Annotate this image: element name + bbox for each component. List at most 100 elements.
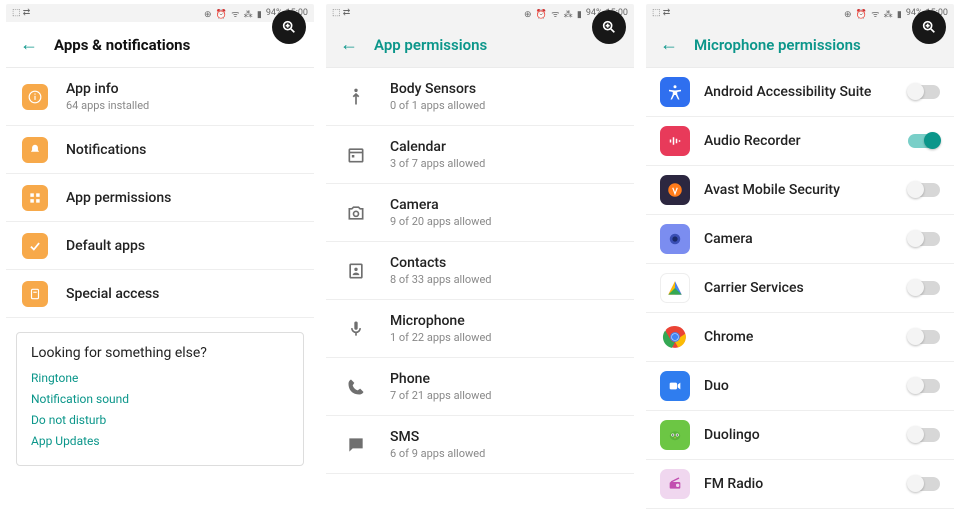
duo-icon [660,371,690,401]
label: App info [66,81,298,97]
link-notification-sound[interactable]: Notification sound [31,392,289,406]
sublabel: 8 of 33 apps allowed [390,273,618,286]
avast-icon [660,175,690,205]
check-icon [22,233,48,259]
back-arrow-icon[interactable]: ← [660,34,678,55]
label: Body Sensors [390,81,618,97]
row-app-info[interactable]: App info 64 apps installed [6,68,314,126]
toggle[interactable] [908,428,940,442]
page-title: App permissions [374,36,487,54]
row-phone[interactable]: Phone 7 of 21 apps allowed [326,358,634,416]
row-duo[interactable]: Duo [646,362,954,411]
sublabel: 3 of 7 apps allowed [390,157,618,170]
row-app-permissions[interactable]: App permissions [6,174,314,222]
row-accessibility[interactable]: Android Accessibility Suite [646,68,954,117]
label: Microphone [390,313,618,329]
link-app-updates[interactable]: App Updates [31,434,289,448]
status-icons: ⊕ ⏰ ᯤ ⁂ ▮ [524,7,583,20]
toggle[interactable] [908,330,940,344]
label: Phone [390,371,618,387]
row-audio-recorder[interactable]: Audio Recorder [646,117,954,166]
label: Contacts [390,255,618,271]
special-icon [22,281,48,307]
toggle[interactable] [908,183,940,197]
label: Audio Recorder [704,133,894,149]
screen-microphone-permissions: ⬚ ⇄ ⊕ ⏰ ᯤ ⁂ ▮ 94% 15:00 ← Microphone per… [646,4,954,514]
status-bar: ⬚ ⇄ ⊕ ⏰ ᯤ ⁂ ▮ 94% 15:00 [326,4,634,22]
looking-for-card: Looking for something else? Ringtone Not… [16,332,304,466]
magnify-button[interactable] [592,10,626,44]
row-avast[interactable]: Avast Mobile Security [646,166,954,215]
page-title: Microphone permissions [694,36,861,54]
label: Duolingo [704,427,894,443]
row-sms[interactable]: SMS 6 of 9 apps allowed [326,416,634,474]
status-bar: ⬚ ⇄ ⊕ ⏰ ᯤ ⁂ ▮ 94% 15:00 [646,4,954,22]
label: Camera [390,197,618,213]
row-carrier[interactable]: Carrier Services [646,264,954,313]
card-title: Looking for something else? [31,345,289,361]
row-special-access[interactable]: Special access [6,270,314,318]
label: Camera [704,231,894,247]
toggle[interactable] [908,85,940,99]
label: FM Radio [704,476,894,492]
row-fm-radio[interactable]: FM Radio [646,460,954,509]
label: Chrome [704,329,894,345]
nfc-icon: ⬚ ⇄ [332,8,350,18]
row-camera-app[interactable]: Camera [646,215,954,264]
status-icons: ⊕ ⏰ ᯤ ⁂ ▮ [204,7,263,20]
row-chrome[interactable]: Chrome [646,313,954,362]
nfc-icon: ⬚ ⇄ [652,8,670,18]
toggle[interactable] [908,379,940,393]
app-bar: ← Apps & notifications [6,22,314,68]
radio-icon [660,469,690,499]
sublabel: 0 of 1 apps allowed [390,99,618,112]
toggle[interactable] [908,232,940,246]
sublabel: 64 apps installed [66,99,298,112]
row-body-sensors[interactable]: Body Sensors 0 of 1 apps allowed [326,68,634,126]
row-calendar[interactable]: Calendar3 of 7 apps allowed [326,126,634,184]
sublabel: 6 of 9 apps allowed [390,447,618,460]
microphone-icon [346,319,366,339]
toggle[interactable] [908,281,940,295]
label: Special access [66,286,298,302]
contacts-icon [346,261,366,281]
sublabel: 7 of 21 apps allowed [390,389,618,402]
label: Carrier Services [704,280,894,296]
calendar-icon [346,145,366,165]
row-duolingo[interactable]: Duolingo [646,411,954,460]
page-title: Apps & notifications [54,36,190,54]
label: Default apps [66,238,298,254]
sublabel: 1 of 22 apps allowed [390,331,618,344]
magnify-button[interactable] [912,10,946,44]
status-icons: ⊕ ⏰ ᯤ ⁂ ▮ [844,7,903,20]
row-default-apps[interactable]: Default apps [6,222,314,270]
row-microphone[interactable]: Microphone 1 of 22 apps allowed [326,300,634,358]
nfc-icon: ⬚ ⇄ [12,8,30,18]
grid-icon [22,185,48,211]
screen-apps-notifications: ⬚ ⇄ ⊕ ⏰ ᯤ ⁂ ▮ 94% 15:00 ← Apps & notific… [6,4,314,514]
apps-list: Android Accessibility Suite Audio Record… [646,68,954,514]
back-arrow-icon[interactable]: ← [20,34,38,55]
row-contacts[interactable]: Contacts 8 of 33 apps allowed [326,242,634,300]
audio-recorder-icon [660,126,690,156]
link-ringtone[interactable]: Ringtone [31,371,289,385]
toggle[interactable] [908,477,940,491]
toggle[interactable] [908,134,940,148]
back-arrow-icon[interactable]: ← [340,34,358,55]
magnify-button[interactable] [272,10,306,44]
screen-app-permissions: ⬚ ⇄ ⊕ ⏰ ᯤ ⁂ ▮ 94% 15:00 ← App permission… [326,4,634,514]
camera-icon [346,203,366,223]
app-bar: ← Microphone permissions [646,22,954,68]
label: Notifications [66,142,298,158]
row-notifications[interactable]: Notifications [6,126,314,174]
label: App permissions [66,190,298,206]
chrome-icon [660,322,690,352]
row-camera[interactable]: Camera 9 of 20 apps allowed [326,184,634,242]
body-icon [346,87,366,107]
label: SMS [390,429,618,445]
carrier-icon [660,273,690,303]
duolingo-icon [660,420,690,450]
settings-list: App info 64 apps installed Notifications… [6,68,314,514]
sublabel: 9 of 20 apps allowed [390,215,618,228]
link-do-not-disturb[interactable]: Do not disturb [31,413,289,427]
